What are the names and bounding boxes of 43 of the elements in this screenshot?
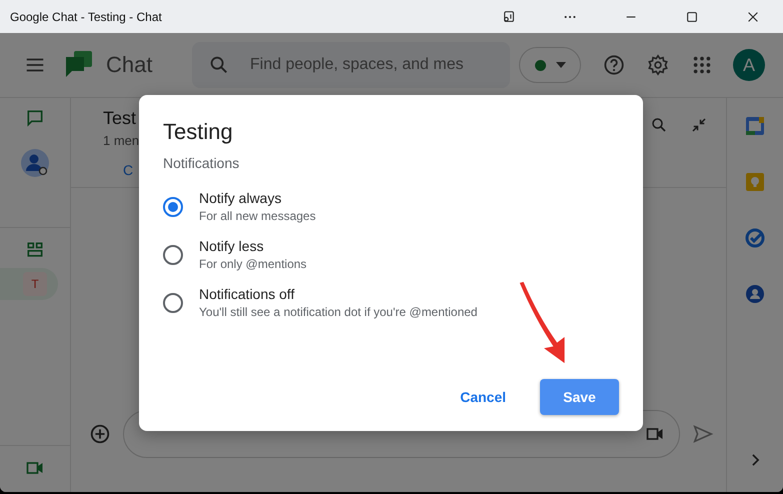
spaces-icon[interactable] [25, 240, 45, 260]
search-icon[interactable] [650, 116, 668, 134]
tasks-icon[interactable] [745, 228, 765, 248]
section-label: Notifications [163, 155, 240, 171]
chat-logo-icon [66, 51, 92, 79]
contacts-icon[interactable] [745, 284, 765, 304]
search-field[interactable]: Find people, spaces, and mes [192, 42, 510, 88]
dialog-title: Testing [163, 119, 234, 145]
option-description: For all new messages [199, 209, 316, 223]
option-label: Notify always [199, 190, 282, 206]
caret-icon [556, 62, 566, 68]
window-title: Google Chat - Testing - Chat [10, 10, 162, 24]
add-icon[interactable] [89, 423, 111, 445]
maximize-icon[interactable] [685, 10, 699, 24]
chat-tab[interactable]: C [103, 162, 136, 186]
collapse-icon[interactable] [690, 116, 708, 134]
option-label: Notify less [199, 238, 265, 254]
close-icon[interactable] [746, 10, 760, 24]
chevron-right-icon[interactable] [750, 454, 760, 466]
space-item[interactable]: T [0, 268, 58, 300]
calendar-icon[interactable] [745, 116, 765, 136]
option-description: You'll still see a notification dot if you're @mentioned [199, 305, 478, 319]
radio-button[interactable] [163, 244, 183, 264]
chat-icon[interactable] [25, 108, 45, 128]
apps-grid-icon[interactable] [691, 54, 713, 76]
app-name: Chat [106, 52, 154, 78]
space-initial: T [23, 272, 47, 296]
status-dropdown[interactable] [519, 47, 581, 83]
cast-icon[interactable] [502, 10, 516, 24]
account-avatar[interactable]: A [733, 49, 765, 81]
option-description: For only @mentions [199, 257, 307, 271]
conversation-title: Test [103, 108, 138, 129]
option-label: Notifications off [199, 286, 296, 302]
member-count: 1 men [103, 133, 140, 148]
user-avatar-icon[interactable] [21, 149, 49, 177]
search-icon [208, 54, 230, 76]
settings-icon[interactable] [647, 54, 669, 76]
send-icon[interactable] [692, 423, 714, 445]
cancel-button[interactable]: Cancel [450, 379, 516, 415]
help-icon[interactable] [603, 54, 625, 76]
radio-button[interactable] [163, 292, 183, 312]
radio-button[interactable] [163, 196, 183, 216]
save-button[interactable]: Save [540, 379, 619, 415]
